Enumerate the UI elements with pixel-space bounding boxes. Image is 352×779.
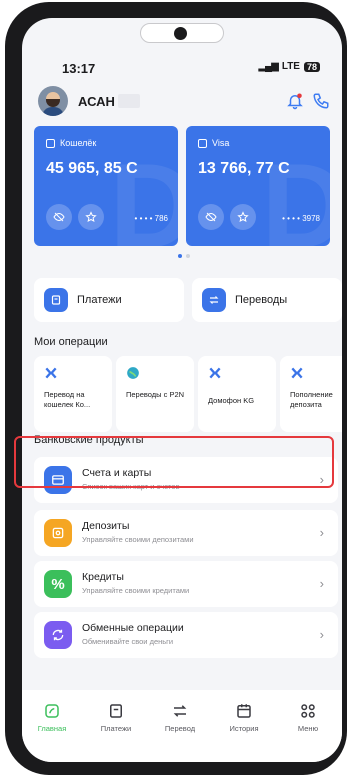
name-mask xyxy=(118,94,140,108)
star-icon xyxy=(85,211,97,222)
network-type: LTE xyxy=(281,61,300,72)
account-balance: 13 766, 77 С xyxy=(198,160,290,177)
payments-button[interactable]: Платежи xyxy=(34,278,184,322)
account-balance: 45 965, 85 С xyxy=(46,160,138,177)
phone-call-icon[interactable] xyxy=(312,92,330,110)
payments-icon xyxy=(110,704,122,718)
username: АСАН xyxy=(78,94,115,109)
home-icon xyxy=(45,704,59,718)
battery-icon: 78 xyxy=(303,61,320,72)
favorite-button[interactable] xyxy=(230,204,256,230)
operations-list: Перевод на кошелек Ко... Переводы с P2N … xyxy=(34,356,342,432)
tab-home[interactable]: Главная xyxy=(22,702,82,733)
carousel-dots xyxy=(178,254,190,258)
app-header: АСАН xyxy=(22,86,342,120)
tab-menu[interactable]: Меню xyxy=(278,702,338,733)
product-credits[interactable]: % Кредиты Управляйте своими кредитами › xyxy=(34,561,338,607)
percent-icon: % xyxy=(44,570,72,598)
operation-tile[interactable]: Пополнение депозита xyxy=(280,356,342,432)
wallet-transfer-icon xyxy=(45,367,57,379)
camera-notch xyxy=(140,23,224,43)
bottom-tab-bar: Главная Платежи Перевод История Меню xyxy=(22,690,342,762)
history-icon xyxy=(237,704,251,718)
account-number: • • • • 3978 xyxy=(282,214,320,223)
tab-transfer[interactable]: Перевод xyxy=(150,702,210,733)
card-icon xyxy=(198,138,207,148)
tab-history[interactable]: История xyxy=(214,702,274,733)
deposit-icon xyxy=(44,519,72,547)
signal-icon: ▂▄▆ xyxy=(258,61,278,72)
status-time: 13:17 xyxy=(62,61,96,76)
star-icon xyxy=(237,211,249,222)
operation-tile[interactable]: Домофон KG xyxy=(198,356,276,432)
wallet-icon xyxy=(46,138,55,148)
operation-tile[interactable]: Перевод на кошелек Ко... xyxy=(34,356,112,432)
intercom-icon xyxy=(209,367,221,379)
status-bar: 13:17 ▂▄▆ LTE 78 xyxy=(22,58,342,78)
account-number: • • • • 786 xyxy=(134,214,168,223)
product-deposits[interactable]: Депозиты Управляйте своими депозитами › xyxy=(34,510,338,556)
transfer-arrows-icon xyxy=(202,288,226,312)
tab-payments[interactable]: Платежи xyxy=(86,702,146,733)
payments-icon xyxy=(44,288,68,312)
transfer-icon xyxy=(173,705,187,717)
product-exchange[interactable]: Обменные операции Обменивайте свои деньг… xyxy=(34,612,338,658)
chevron-right-icon: › xyxy=(319,525,324,540)
chevron-right-icon: › xyxy=(319,627,324,642)
app-screen: 13:17 ▂▄▆ LTE 78 АСАН D Кошелёк 45 965, … xyxy=(22,18,342,762)
operations-title: Мои операции xyxy=(34,336,108,348)
globe-icon xyxy=(127,367,139,379)
chevron-right-icon: › xyxy=(319,576,324,591)
operation-tile[interactable]: Переводы с P2N xyxy=(116,356,194,432)
favorite-button[interactable] xyxy=(78,204,104,230)
deposit-icon xyxy=(291,367,303,379)
hide-balance-button[interactable] xyxy=(198,204,224,230)
transfers-button[interactable]: Переводы xyxy=(192,278,342,322)
accounts-carousel[interactable]: D Кошелёк 45 965, 85 С • • • • 786 D Vis… xyxy=(34,126,342,246)
menu-grid-icon xyxy=(301,704,315,718)
device: 13:17 ▂▄▆ LTE 78 АСАН D Кошелёк 45 965, … xyxy=(5,2,347,775)
exchange-icon xyxy=(44,621,72,649)
notification-bell-icon[interactable] xyxy=(286,92,304,110)
avatar[interactable] xyxy=(38,86,68,116)
eye-off-icon xyxy=(53,212,65,222)
eye-off-icon xyxy=(205,212,217,222)
highlight-box xyxy=(14,436,334,488)
account-card-wallet[interactable]: D Кошелёк 45 965, 85 С • • • • 786 xyxy=(34,126,178,246)
hide-balance-button[interactable] xyxy=(46,204,72,230)
account-card-visa[interactable]: D Visa 13 766, 77 С • • • • 3978 xyxy=(186,126,330,246)
